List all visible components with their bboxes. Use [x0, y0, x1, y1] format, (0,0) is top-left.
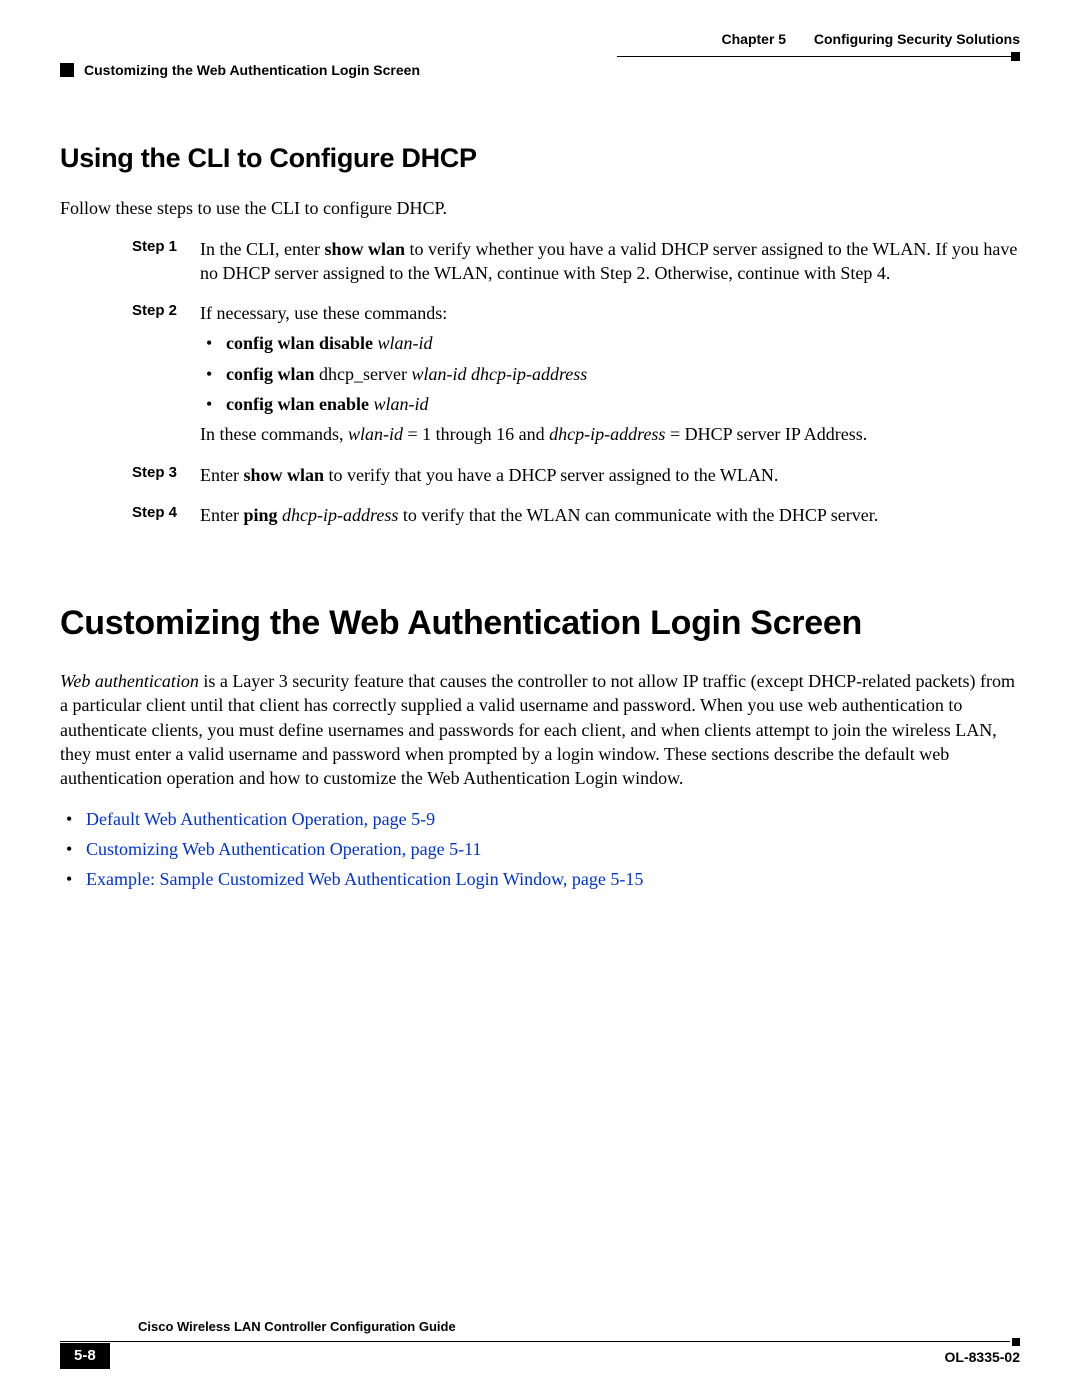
list-item: config wlan disable wlan-id [200, 331, 1020, 355]
list-item: Default Web Authentication Operation, pa… [60, 807, 1020, 831]
web-auth-links: Default Web Authentication Operation, pa… [60, 807, 1020, 892]
list-item: Example: Sample Customized Web Authentic… [60, 867, 1020, 891]
list-item: config wlan enable wlan-id [200, 392, 1020, 416]
web-auth-paragraph: Web authentication is a Layer 3 security… [60, 669, 1020, 790]
footer-guide-title: Cisco Wireless LAN Controller Configurat… [138, 1318, 456, 1336]
list-item: config wlan dhcp_server wlan-id dhcp-ip-… [200, 362, 1020, 386]
command-list: config wlan disable wlan-id config wlan … [200, 331, 1020, 416]
step-label: Step 1 [60, 237, 200, 290]
step-label: Step 2 [60, 301, 200, 450]
running-section-title: Customizing the Web Authentication Login… [84, 61, 420, 80]
running-header: Chapter 5 Configuring Security Solutions [60, 30, 1020, 49]
content-area: Using the CLI to Configure DHCP Follow t… [60, 140, 1020, 892]
running-section-header: Customizing the Web Authentication Login… [60, 61, 1020, 80]
step-row: Step 1 In the CLI, enter show wlan to ve… [60, 237, 1020, 290]
step-body: If necessary, use these commands: config… [200, 301, 1020, 450]
chapter-title: Configuring Security Solutions [814, 30, 1020, 49]
step-row: Step 2 If necessary, use these commands:… [60, 301, 1020, 450]
step-body: Enter show wlan to verify that you have … [200, 463, 1020, 491]
square-bullet-icon [60, 63, 74, 77]
step-label: Step 3 [60, 463, 200, 491]
step-row: Step 3 Enter show wlan to verify that yo… [60, 463, 1020, 491]
link-customizing-web-auth[interactable]: Customizing Web Authentication Operation… [86, 839, 481, 859]
chapter-label: Chapter 5 [722, 30, 787, 49]
header-rule [60, 52, 1020, 61]
step-label: Step 4 [60, 503, 200, 531]
list-item: Customizing Web Authentication Operation… [60, 837, 1020, 861]
link-example-login-window[interactable]: Example: Sample Customized Web Authentic… [86, 869, 643, 889]
document-id: OL-8335-02 [945, 1348, 1020, 1367]
cli-intro-paragraph: Follow these steps to use the CLI to con… [60, 196, 1020, 220]
page-number: 5-8 [60, 1343, 110, 1369]
step-body: Enter ping dhcp-ip-address to verify tha… [200, 503, 1020, 531]
heading-customizing-web-auth: Customizing the Web Authentication Login… [60, 601, 1020, 647]
heading-cli-dhcp: Using the CLI to Configure DHCP [60, 140, 1020, 176]
link-default-web-auth[interactable]: Default Web Authentication Operation, pa… [86, 809, 435, 829]
step-body: In the CLI, enter show wlan to verify wh… [200, 237, 1020, 290]
footer-rule [60, 1338, 1020, 1346]
step-row: Step 4 Enter ping dhcp-ip-address to ver… [60, 503, 1020, 531]
page-footer: Cisco Wireless LAN Controller Configurat… [60, 1318, 1020, 1369]
page: Chapter 5 Configuring Security Solutions… [0, 0, 1080, 1397]
